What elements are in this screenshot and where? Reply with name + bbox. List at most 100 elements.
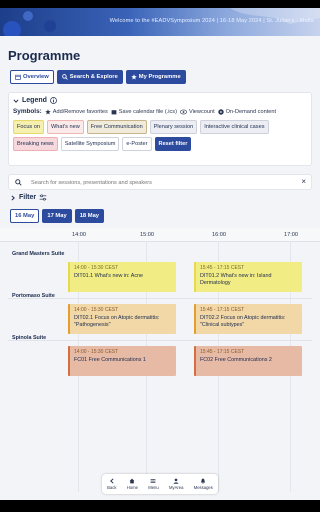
back-icon (109, 478, 114, 484)
chip-plenary-session[interactable]: Plenary session (149, 120, 198, 134)
user-icon (173, 478, 179, 484)
chip-e-poster[interactable]: e-Poster (122, 137, 152, 151)
tab-search-explore[interactable]: Search & Explore (56, 70, 123, 84)
session-time: 15:45 - 17:15 CEST (200, 265, 245, 271)
symbols-label: Symbols: (13, 108, 42, 115)
legend-symbols: Symbols: Add/Remove favorites Save calen… (13, 108, 276, 115)
nav-myarea[interactable]: MyArea (169, 478, 183, 490)
symbol-calendar: Save calendar file (.ics) (111, 109, 177, 115)
room-label: Grand Masters Suite (12, 251, 65, 257)
star-icon (131, 74, 137, 80)
session-time: 14:00 - 15:30 CEST (74, 265, 119, 271)
chip-whats-new[interactable]: What's new (47, 120, 84, 134)
banner-text: Welcome to the #EADVSymposium 2024 | 16-… (109, 18, 314, 24)
symbol-calendar-label: Save calendar file (.ics) (118, 108, 177, 115)
symbol-viewcount-label: Viewcount (188, 108, 215, 115)
session-card[interactable]: 14:00 - 15:30 CEST DIT01.1 What's new in… (68, 262, 176, 292)
tab-search-explore-label: Search & Explore (69, 74, 118, 80)
calendar-icon (111, 109, 117, 114)
page-title: Programme (8, 48, 81, 63)
day-18-may[interactable]: 18 May (74, 209, 105, 223)
room-divider (8, 340, 312, 341)
symbol-ondemand-label: On-Demand content (225, 108, 277, 115)
filter-toggle[interactable]: Filter (10, 194, 47, 201)
symbol-viewcount: Viewcount (179, 108, 215, 115)
nav-back-label: Back (107, 485, 117, 490)
bottom-navigation: Back Home Menu MyArea Messages (102, 474, 218, 494)
chevron-down-icon (13, 98, 19, 103)
nav-menu[interactable]: Menu (148, 478, 159, 490)
nav-myarea-label: MyArea (169, 485, 184, 490)
hour-label: 14:00 (72, 232, 86, 238)
sliders-icon (39, 194, 47, 201)
session-title: DIT01.1 What's new in: Acne (74, 273, 144, 279)
nav-messages[interactable]: Messages (194, 478, 213, 490)
star-icon (45, 108, 51, 115)
top-tabs: Overview Search & Explore My Programme (10, 70, 186, 84)
app-screen: Welcome to the #EADVSymposium 2024 | 16-… (0, 0, 320, 512)
session-time: 15:45 - 17:15 CEST (200, 349, 245, 355)
room-label: Portomaso Suite (12, 293, 55, 299)
hour-label: 15:00 (140, 232, 154, 238)
nav-back[interactable]: Back (107, 478, 116, 490)
calendar-icon (15, 74, 21, 80)
session-card[interactable]: 14:00 - 15:30 CEST DIT02.1 Focus on Atop… (68, 304, 176, 334)
session-title: FC01 Free Communications 1 (74, 357, 146, 363)
search-icon (61, 74, 68, 80)
nav-home-label: Home (126, 485, 138, 490)
session-title: DIT02.2 Focus on Atopic dermatitis: "Cli… (200, 315, 286, 328)
chip-interactive-clinical-cases[interactable]: Interactive clinical cases (200, 120, 269, 134)
day-selector: 16 May 17 May 18 May (10, 209, 105, 223)
session-time: 14:00 - 15:30 CEST (74, 307, 119, 313)
tab-overview-label: Overview (23, 74, 49, 80)
day-16-may[interactable]: 16 May (10, 209, 40, 223)
nav-menu-label: Menu (148, 485, 159, 490)
session-card[interactable]: 15:45 - 17:15 CEST DIT02.2 Focus on Atop… (194, 304, 302, 334)
home-icon (129, 478, 135, 484)
event-banner: Welcome to the #EADVSymposium 2024 | 16-… (0, 8, 320, 36)
timeline-grid: 14:00 15:00 16:00 17:00 Grand Masters Su… (0, 228, 320, 492)
legend-title: Legend (22, 97, 47, 104)
day-17-may[interactable]: 17 May (42, 209, 72, 223)
session-time: 15:45 - 17:15 CEST (200, 307, 245, 313)
legend-panel: Legend Symbols: Add/Remove favorites Sav… (8, 92, 312, 166)
nav-home[interactable]: Home (127, 478, 138, 490)
chip-breaking-news[interactable]: Breaking news (13, 137, 58, 151)
hour-label: 16:00 (212, 232, 226, 238)
chip-focus-on[interactable]: Focus on (13, 120, 45, 134)
filter-label: Filter (19, 194, 37, 201)
status-bar (0, 0, 320, 8)
reset-filter-button[interactable]: Reset filter (154, 137, 192, 151)
session-card[interactable]: 15:45 - 17:15 CEST FC02 Free Communicati… (194, 346, 302, 376)
nav-messages-label: Messages (193, 485, 213, 490)
tab-my-programme-label: My Programme (138, 74, 181, 80)
hour-label: 17:00 (284, 232, 298, 238)
session-title: DIT01.2 What's new in: Island Dermatolog… (200, 273, 272, 286)
eye-icon (179, 109, 187, 114)
session-time: 14:00 - 15:30 CEST (74, 349, 119, 355)
tab-overview[interactable]: Overview (10, 70, 54, 84)
clear-search-icon[interactable]: × (301, 177, 306, 186)
system-bottom-bar (0, 500, 320, 512)
room-label: Spinola Suite (12, 335, 47, 341)
legend-toggle[interactable]: Legend (13, 97, 57, 104)
menu-icon (151, 479, 156, 483)
search-bar: × (8, 174, 312, 190)
play-icon (217, 108, 224, 115)
tab-my-programme[interactable]: My Programme (125, 70, 186, 84)
chip-free-communication[interactable]: Free Communication (86, 120, 147, 134)
chevron-right-icon (11, 195, 15, 200)
symbol-favorites: Add/Remove favorites (45, 109, 108, 115)
chip-satellite-symposium[interactable]: Satellite Symposium (60, 137, 120, 151)
search-icon (15, 179, 22, 186)
session-type-filters: Focus on What's new Free Communication P… (13, 120, 311, 151)
symbol-ondemand: On-Demand content (217, 108, 277, 115)
info-icon (50, 97, 57, 104)
search-input[interactable] (31, 176, 291, 189)
session-card[interactable]: 14:00 - 15:30 CEST FC01 Free Communicati… (68, 346, 176, 376)
symbol-favorites-label: Add/Remove favorites (52, 108, 108, 115)
hour-header: 14:00 15:00 16:00 17:00 (0, 228, 320, 242)
session-title: FC02 Free Communications 2 (200, 357, 272, 363)
session-card[interactable]: 15:45 - 17:15 CEST DIT01.2 What's new in… (194, 262, 302, 292)
session-title: DIT02.1 Focus on Atopic dermatitis: "Pat… (74, 315, 160, 328)
